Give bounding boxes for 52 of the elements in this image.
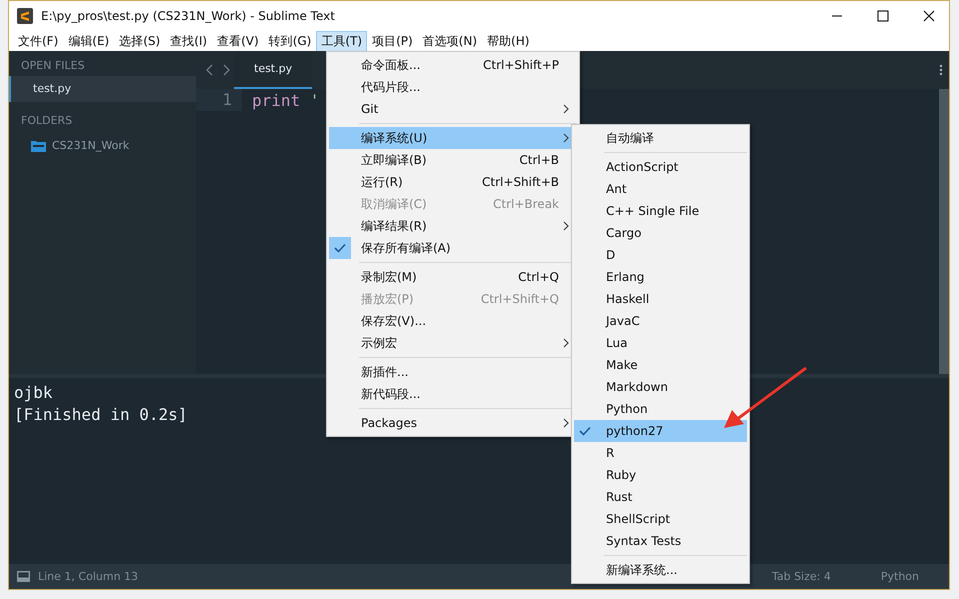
menu-bar-item[interactable]: 帮助(H) bbox=[482, 30, 534, 52]
menu-bar-item[interactable]: 文件(F) bbox=[13, 30, 64, 52]
app-logo-icon bbox=[17, 8, 33, 24]
window-title: E:\py_pros\test.py (CS231N_Work) - Sublime Text bbox=[41, 9, 335, 23]
menu-bar-item[interactable]: 项目(P) bbox=[367, 30, 418, 52]
menu-item[interactable]: Make bbox=[574, 354, 747, 376]
menu-item[interactable]: Erlang bbox=[574, 266, 747, 288]
menu-item[interactable]: Rust bbox=[574, 486, 747, 508]
menu-bar-item[interactable]: 首选项(N) bbox=[418, 30, 482, 52]
menu-bar-item[interactable]: 查找(I) bbox=[165, 30, 212, 52]
menu-item[interactable]: 命令面板... Ctrl+Shift+P bbox=[329, 54, 577, 76]
menu-item[interactable]: R bbox=[574, 442, 747, 464]
sidebar-heading: FOLDERS bbox=[20, 113, 74, 129]
menu-item[interactable]: C++ Single File bbox=[574, 200, 747, 222]
syntax-indicator[interactable]: Python bbox=[880, 570, 919, 584]
line-number: 1 bbox=[196, 89, 242, 111]
output-line: [Finished in 0.2s] bbox=[14, 404, 188, 426]
menu-item[interactable]: D bbox=[574, 244, 747, 266]
menu-item[interactable]: 自动编译 bbox=[574, 127, 747, 149]
menu-item[interactable]: ShellScript bbox=[574, 508, 747, 530]
cursor-position: Line 1, Column 13 bbox=[38, 570, 138, 584]
menu-bar-item[interactable]: 选择(S) bbox=[114, 30, 166, 52]
close-icon[interactable] bbox=[923, 10, 935, 22]
menu-bar-item[interactable]: 转到(G) bbox=[264, 30, 316, 52]
menu-item[interactable]: ActionScript bbox=[574, 156, 747, 178]
menu-item[interactable]: Git bbox=[329, 98, 577, 120]
more-icon[interactable] bbox=[939, 64, 943, 76]
maximize-icon[interactable] bbox=[877, 10, 889, 22]
menu-item[interactable]: Syntax Tests bbox=[574, 530, 747, 552]
menu-bar-item[interactable]: 编辑(E) bbox=[63, 30, 114, 52]
menu-item[interactable]: JavaC bbox=[574, 310, 747, 332]
output-line: ojbk bbox=[14, 382, 53, 404]
menu-item[interactable]: 新编译系统... bbox=[574, 559, 747, 581]
menu-item[interactable]: Ruby bbox=[574, 464, 747, 486]
code-line: print ' bbox=[251, 90, 320, 110]
menu-bar-item[interactable]: 工具(T) bbox=[316, 30, 368, 52]
panel-icon[interactable] bbox=[17, 571, 30, 582]
menu-item[interactable]: Ant bbox=[574, 178, 747, 200]
folder-icon bbox=[31, 140, 46, 152]
menu-item[interactable]: 代码片段... bbox=[329, 76, 577, 98]
sidebar-heading: OPEN FILES bbox=[20, 58, 86, 74]
menu-item[interactable]: Haskell bbox=[574, 288, 747, 310]
open-file-item[interactable]: test.py bbox=[9, 76, 196, 102]
menu-item[interactable]: python27 bbox=[574, 420, 747, 442]
menu-item[interactable]: Cargo bbox=[574, 222, 747, 244]
menu-bar-item[interactable]: 查看(V) bbox=[212, 30, 264, 52]
menu-item[interactable]: Lua bbox=[574, 332, 747, 354]
tab-size-indicator[interactable]: Tab Size: 4 bbox=[772, 570, 831, 584]
scrollbar[interactable] bbox=[939, 89, 949, 374]
folder-item[interactable]: CS231N_Work bbox=[52, 139, 130, 152]
menu-item[interactable]: Markdown bbox=[574, 376, 747, 398]
menu-item[interactable]: Python bbox=[574, 398, 747, 420]
